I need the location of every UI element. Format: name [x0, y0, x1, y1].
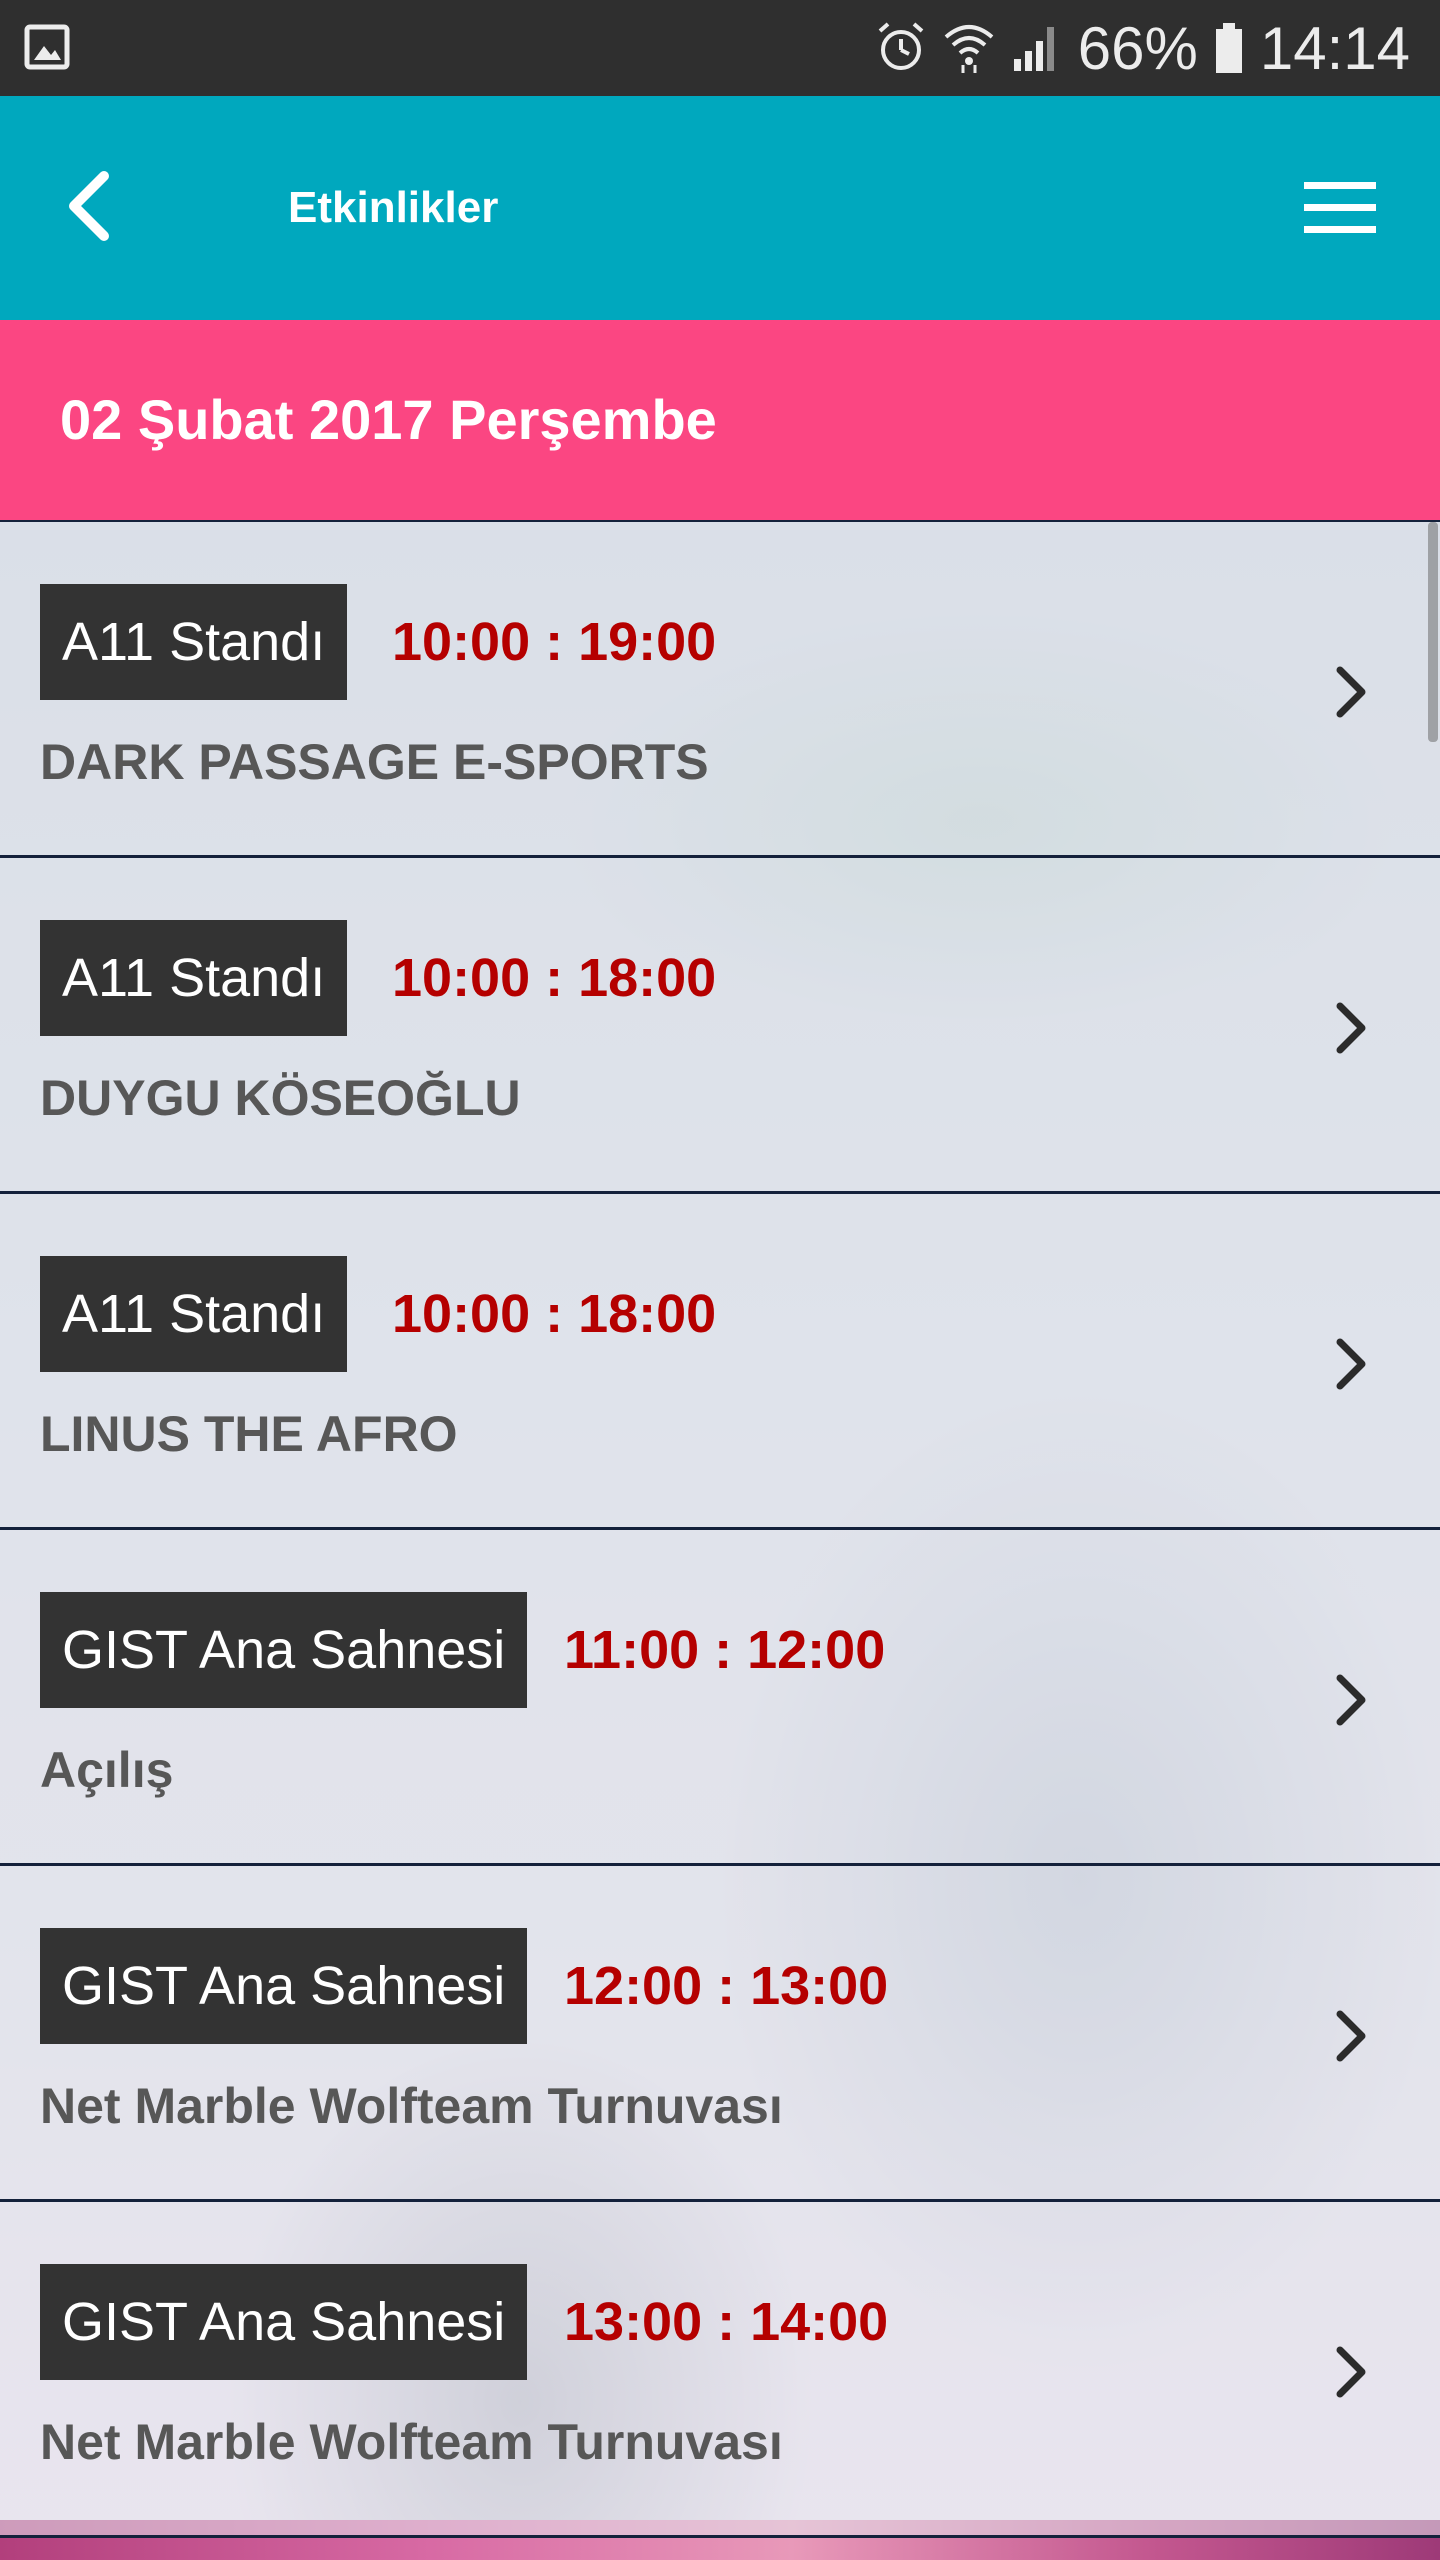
chevron-right-icon	[1336, 1338, 1366, 1390]
menu-button[interactable]	[1302, 178, 1378, 238]
event-row[interactable]: GIST Ana Sahnesi 13:00 : 14:00 Net Marbl…	[0, 2202, 1440, 2538]
hamburger-menu-icon	[1304, 182, 1376, 233]
event-time: 10:00 : 18:00	[392, 1284, 717, 1344]
chevron-right-icon	[1336, 1002, 1366, 1054]
battery-percent: 66%	[1077, 14, 1198, 82]
event-row[interactable]: GIST Ana Sahnesi 11:00 : 12:00 Açılış	[0, 1530, 1440, 1866]
event-title: LINUS THE AFRO	[40, 1406, 458, 1462]
event-time: 11:00 : 12:00	[564, 1620, 886, 1680]
clock: 14:14	[1259, 14, 1410, 82]
venue-badge: GIST Ana Sahnesi	[40, 1592, 528, 1708]
venue-badge: GIST Ana Sahnesi	[40, 2264, 528, 2380]
date-header: 02 Şubat 2017 Perşembe	[0, 320, 1440, 522]
event-list: A11 Standı 10:00 : 19:00 DARK PASSAGE E-…	[0, 522, 1440, 2538]
wifi-icon	[942, 21, 996, 75]
event-title: Net Marble Wolfteam Turnuvası	[40, 2414, 783, 2470]
scrollbar[interactable]	[1428, 522, 1438, 742]
event-title: DUYGU KÖSEOĞLU	[40, 1070, 521, 1126]
venue-badge: GIST Ana Sahnesi	[40, 1928, 528, 2044]
back-button[interactable]	[58, 166, 138, 246]
venue-badge: A11 Standı	[40, 920, 348, 1036]
venue-badge: A11 Standı	[40, 1256, 348, 1372]
chevron-right-icon	[1336, 2346, 1366, 2398]
event-title: Açılış	[40, 1742, 174, 1798]
app-bar: Etkinlikler	[0, 96, 1440, 320]
event-row[interactable]: A11 Standı 10:00 : 19:00 DARK PASSAGE E-…	[0, 522, 1440, 858]
event-row[interactable]: A11 Standı 10:00 : 18:00 DUYGU KÖSEOĞLU	[0, 858, 1440, 1194]
status-bar: 66% 14:14	[0, 0, 1440, 96]
chevron-right-icon	[1336, 1674, 1366, 1726]
battery-icon	[1214, 21, 1244, 75]
alarm-icon	[876, 21, 926, 75]
image-icon	[24, 22, 70, 72]
event-time: 10:00 : 18:00	[392, 948, 717, 1008]
chevron-right-icon	[1336, 2010, 1366, 2062]
event-row[interactable]: GIST Ana Sahnesi 12:00 : 13:00 Net Marbl…	[0, 1866, 1440, 2202]
venue-badge: A11 Standı	[40, 584, 348, 700]
event-row[interactable]: A11 Standı 10:00 : 18:00 LINUS THE AFRO	[0, 1194, 1440, 1530]
signal-icon	[1012, 23, 1062, 73]
chevron-right-icon	[1336, 666, 1366, 718]
page-title: Etkinlikler	[288, 183, 499, 232]
event-time: 13:00 : 14:00	[564, 2292, 889, 2352]
event-title: DARK PASSAGE E-SPORTS	[40, 734, 709, 790]
date-label: 02 Şubat 2017 Perşembe	[60, 388, 717, 451]
event-time: 12:00 : 13:00	[564, 1956, 889, 2016]
chevron-left-icon	[69, 171, 109, 241]
event-time: 10:00 : 19:00	[392, 612, 717, 672]
event-title: Net Marble Wolfteam Turnuvası	[40, 2078, 783, 2134]
